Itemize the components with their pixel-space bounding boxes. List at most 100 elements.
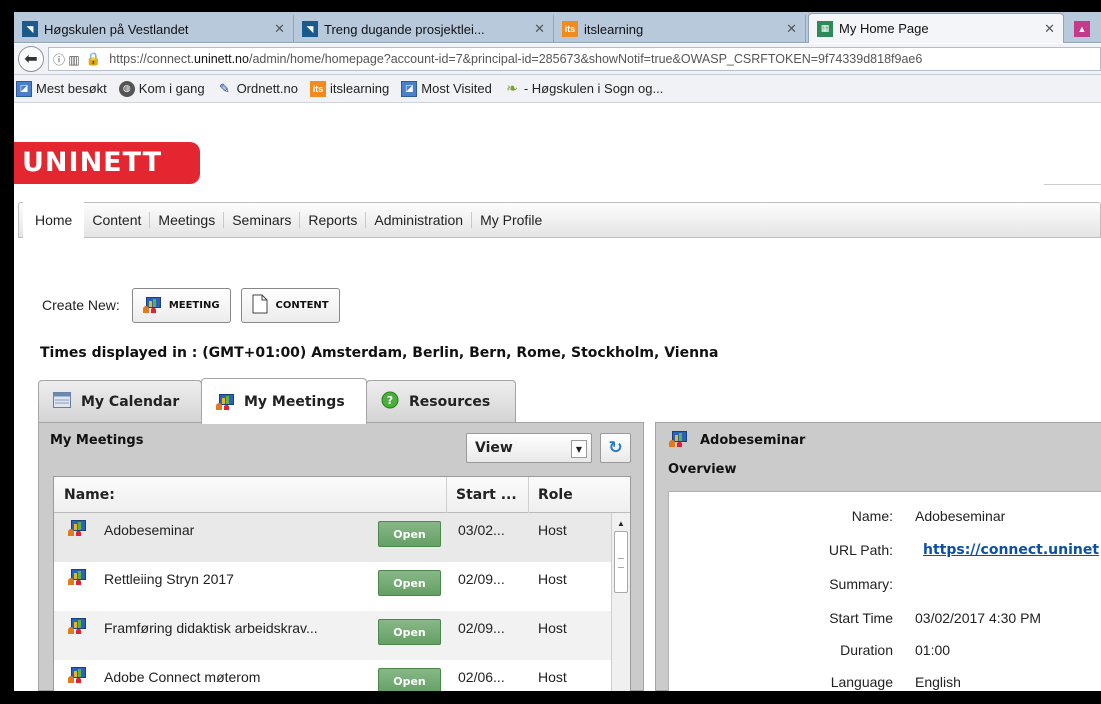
open-button[interactable]: Open	[378, 619, 441, 645]
column-header-name[interactable]: Name:	[54, 477, 115, 513]
create-content-button[interactable]: CONTENT	[240, 287, 340, 323]
back-button[interactable]: ⬅	[18, 46, 44, 72]
panel-title: My Meetings	[50, 433, 144, 448]
hvl-favicon: ◥	[22, 21, 38, 37]
refresh-icon: ↻	[608, 438, 623, 457]
column-header-start[interactable]: Start ...	[446, 477, 517, 513]
tab-resources[interactable]: ? Resources	[366, 380, 516, 422]
document-icon	[252, 294, 268, 317]
scroll-up-icon[interactable]: ▲	[614, 516, 628, 530]
browser-tab-partial[interactable]: ▲	[1066, 15, 1101, 43]
dropdown-arrow-icon[interactable]: ▼	[571, 440, 587, 458]
menu-item-my-profile[interactable]: My Profile	[471, 212, 550, 228]
bookmark-kom-i-gang[interactable]: ◍ Kom i gang	[117, 80, 205, 97]
menu-item-seminars[interactable]: Seminars	[223, 212, 299, 228]
meeting-icon	[68, 520, 86, 536]
overview-body: Name: Adobeseminar URL Path: https://con…	[668, 491, 1101, 691]
tab-my-meetings[interactable]: My Meetings	[201, 378, 367, 424]
meeting-detail-panel: Adobeseminar Overview Name: Adobeseminar…	[655, 422, 1101, 691]
table-row[interactable]: Adobeseminar Open 03/02... Host	[54, 513, 611, 562]
browser-tab-strip: ◥ Høgskulen på Vestlandet ✕ ◥ Treng duga…	[14, 12, 1101, 43]
adobe-connect-favicon: ▦	[817, 20, 833, 37]
menu-item-reports[interactable]: Reports	[299, 212, 365, 228]
browser-window: ◥ Høgskulen på Vestlandet ✕ ◥ Treng duga…	[14, 12, 1101, 691]
itslearning-favicon: its	[562, 21, 578, 37]
close-icon[interactable]: ✕	[274, 21, 285, 37]
menu-item-meetings[interactable]: Meetings	[149, 212, 223, 228]
browser-tab-itslearning[interactable]: its itslearning ✕	[554, 15, 806, 43]
view-select[interactable]: View ▼	[466, 433, 592, 463]
close-icon[interactable]: ✕	[534, 21, 545, 37]
info-icon[interactable]: ⓘ ▥	[53, 51, 80, 68]
table-row[interactable]: Adobe Connect møterom Open 02/06... Host	[54, 660, 611, 691]
meeting-icon	[669, 431, 687, 447]
meeting-name[interactable]: Rettleiing Stryn 2017	[104, 562, 234, 596]
table-row[interactable]: Framføring didaktisk arbeidskrav... Open…	[54, 611, 611, 660]
address-bar[interactable]: ⓘ ▥ 🔒 https://connect. uninett.no/admin/h…	[48, 47, 1101, 71]
field-value: 01:00	[915, 642, 951, 658]
field-start-time: Start Time 03/02/2017 4:30 PM	[669, 610, 1101, 630]
bookmark-hogskulen-sogn[interactable]: ❧ - Høgskulen i Sogn og...	[502, 80, 664, 97]
menu-item-home[interactable]: Home	[23, 202, 85, 238]
ordnett-icon: ✎	[219, 80, 231, 96]
leaf-icon: ❧	[505, 80, 518, 96]
uninett-logo[interactable]: UNINETT	[14, 142, 200, 184]
meetings-table: Name: Start ... Role Adobeseminar Open 0…	[53, 476, 631, 691]
my-meetings-panel: My Meetings View ▼ ↻ Name: Start ... Rol…	[38, 422, 644, 691]
url-path-link[interactable]: https://connect.uninet	[923, 542, 1099, 558]
close-icon[interactable]: ✕	[1044, 21, 1055, 37]
meeting-start: 03/02...	[458, 522, 505, 538]
bookmark-label: - Høgskulen i Sogn og...	[523, 81, 664, 96]
create-new-bar: Create New: MEETING CONTENT	[42, 287, 350, 323]
browser-tab-hvl[interactable]: ◥ Høgskulen på Vestlandet ✕	[14, 15, 294, 43]
detail-title: Adobeseminar	[700, 433, 806, 448]
open-button[interactable]: Open	[378, 668, 441, 691]
bookmark-label: Most Visited	[421, 81, 492, 96]
meeting-name[interactable]: Adobeseminar	[104, 513, 194, 547]
tab-label: My Calendar	[81, 393, 180, 410]
create-meeting-button[interactable]: MEETING	[131, 287, 231, 323]
field-name: Name: Adobeseminar	[669, 508, 1101, 528]
scrollbar-thumb[interactable]	[614, 531, 628, 593]
bookmark-most-visited[interactable]: ◪ Most Visited	[399, 80, 492, 97]
field-duration: Duration 01:00	[669, 642, 1101, 662]
bookmark-mest-besokt[interactable]: ◪ Mest besøkt	[14, 80, 107, 97]
tab-label: My Meetings	[244, 393, 345, 410]
field-value: 03/02/2017 4:30 PM	[915, 610, 1042, 626]
open-button[interactable]: Open	[378, 521, 441, 547]
browser-tab-prosjekt[interactable]: ◥ Treng dugande prosjektlei... ✕	[294, 15, 554, 43]
close-icon[interactable]: ✕	[786, 21, 797, 37]
menu-item-administration[interactable]: Administration	[365, 212, 471, 228]
meeting-start: 02/06...	[458, 669, 505, 685]
meeting-icon	[68, 667, 86, 683]
bookmark-label: Kom i gang	[138, 81, 205, 96]
bookmark-itslearning[interactable]: its itslearning	[308, 80, 390, 97]
hvl-favicon: ◥	[302, 21, 318, 37]
browser-tab-title: Høgskulen på Vestlandet	[44, 21, 189, 37]
menu-item-content[interactable]: Content	[84, 212, 149, 228]
globe-icon: ◍	[118, 80, 135, 97]
svg-text:?: ?	[387, 394, 393, 407]
meeting-icon	[68, 569, 86, 585]
meeting-name[interactable]: Adobe Connect møterom	[104, 660, 260, 691]
tab-favicon: ▲	[1074, 21, 1090, 37]
refresh-button[interactable]: ↻	[600, 433, 631, 463]
bookmark-label: itslearning	[330, 81, 390, 96]
open-button[interactable]: Open	[378, 570, 441, 596]
help-icon: ?	[381, 391, 399, 413]
browser-tab-home-page[interactable]: ▦ My Home Page ✕	[808, 13, 1064, 43]
table-scrollbar[interactable]: ▲	[611, 513, 630, 691]
bookmark-ordnett[interactable]: ✎ Ordnett.no	[215, 81, 298, 97]
meeting-role: Host	[538, 522, 567, 538]
meeting-role: Host	[538, 669, 567, 685]
url-host: uninett.no	[194, 52, 249, 66]
lock-icon[interactable]: 🔒	[86, 52, 102, 67]
field-label: Name:	[851, 508, 893, 524]
create-content-label: CONTENT	[275, 299, 329, 311]
table-row[interactable]: Rettleiing Stryn 2017 Open 02/09... Host	[54, 562, 611, 611]
field-url-path: URL Path: https://connect.uninet	[669, 542, 1101, 562]
page-content: UNINETT Home Content Meetings Seminars R…	[14, 104, 1101, 691]
meeting-name[interactable]: Framføring didaktisk arbeidskrav...	[104, 611, 318, 645]
column-header-role[interactable]: Role	[528, 477, 573, 513]
tab-my-calendar[interactable]: My Calendar	[38, 380, 202, 422]
